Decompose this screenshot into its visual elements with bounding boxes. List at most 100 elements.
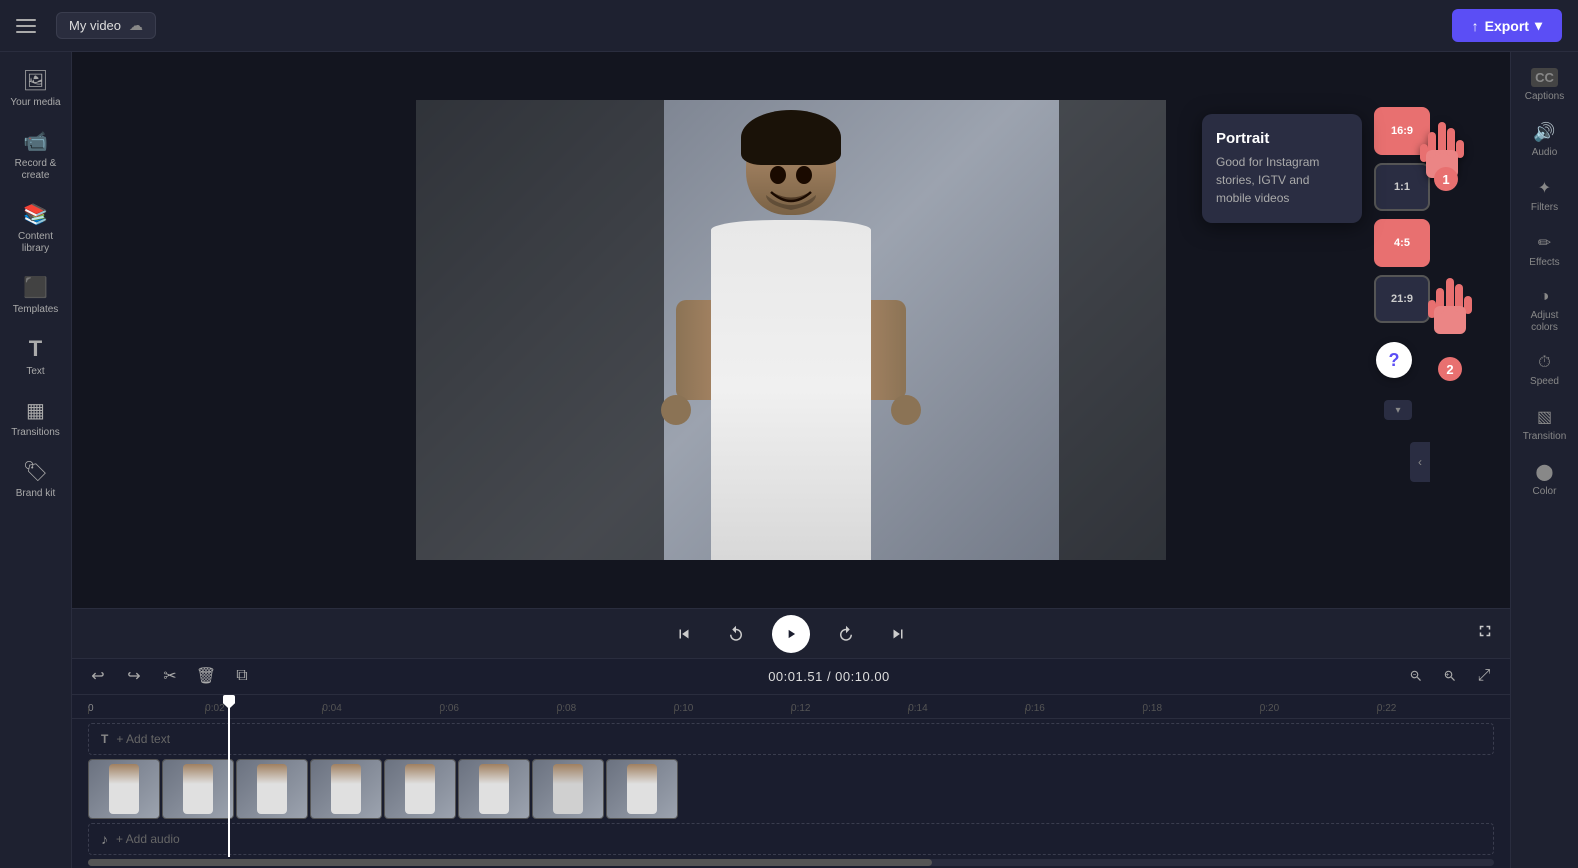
fist-right xyxy=(891,395,921,425)
timeline-scrollbar-thumb xyxy=(88,859,932,866)
cursor-hand-2-svg xyxy=(1416,270,1480,350)
sidebar-item-text[interactable]: T Text xyxy=(4,328,68,386)
video-thumb-inner-7 xyxy=(533,760,603,818)
fullscreen-icon xyxy=(1476,622,1494,640)
sidebar-item-record[interactable]: 📹 Record &create xyxy=(4,121,68,190)
export-button[interactable]: ↑ Export ▾ xyxy=(1452,9,1562,42)
filters-label: Filters xyxy=(1531,202,1558,213)
sidebar-item-label-transitions: Transitions xyxy=(11,427,60,439)
sidebar-item-effects[interactable]: ✏ Effects xyxy=(1515,225,1575,276)
forward-icon xyxy=(837,625,855,643)
scroll-down-button[interactable]: ▾ xyxy=(1384,400,1412,420)
zoom-out-button[interactable] xyxy=(1402,662,1430,690)
video-thumb-2 xyxy=(162,759,234,819)
sidebar-item-audio[interactable]: 🔊 Audio xyxy=(1515,114,1575,166)
text-track-icon: T xyxy=(101,732,108,746)
person-face-svg xyxy=(746,120,836,215)
brand-kit-icon: 🏷 xyxy=(23,459,48,484)
sidebar-item-speed[interactable]: ⏱ Speed xyxy=(1515,346,1575,395)
video-thumb-inner-2 xyxy=(163,760,233,818)
zoom-in-button[interactable] xyxy=(1436,662,1464,690)
timeline-tracks: T + Add text xyxy=(72,719,1510,857)
video-thumb-4 xyxy=(310,759,382,819)
transition-icon: ▧ xyxy=(1537,407,1552,427)
sidebar-item-transition[interactable]: ▧ Transition xyxy=(1515,399,1575,450)
sidebar-item-brand-kit[interactable]: 🏷 Brand kit xyxy=(4,451,68,508)
skip-to-start-button[interactable] xyxy=(668,618,700,650)
add-text-label: + Add text xyxy=(116,732,170,746)
video-thumb-inner-1 xyxy=(89,760,159,818)
filters-icon: ✦ xyxy=(1538,178,1551,198)
export-label: Export xyxy=(1485,18,1529,34)
effects-icon: ✏ xyxy=(1538,233,1551,253)
sidebar-item-transitions[interactable]: ▦ Transitions xyxy=(4,390,68,447)
rewind-icon xyxy=(727,625,745,643)
video-track xyxy=(88,759,1510,819)
ruler-mark-9: 0:18 xyxy=(1143,703,1260,714)
video-thumb-5 xyxy=(384,759,456,819)
thumb-person-6 xyxy=(479,764,509,814)
right-sidebar: CC Captions 🔊 Audio ✦ Filters ✏ Effects … xyxy=(1510,52,1578,868)
video-thumb-inner-3 xyxy=(237,760,307,818)
fullscreen-button[interactable] xyxy=(1476,622,1494,645)
video-thumb-6 xyxy=(458,759,530,819)
sidebar-item-your-media[interactable]: 🖼 Your media xyxy=(4,60,68,117)
adjust-colors-icon: ◑ xyxy=(1540,288,1550,306)
templates-icon: ⬛ xyxy=(23,275,48,300)
color-label: Color xyxy=(1533,486,1557,497)
audio-track[interactable]: ♪ + Add audio xyxy=(88,823,1494,855)
person-arm-right xyxy=(871,300,906,400)
adjust-colors-label: Adjustcolors xyxy=(1531,310,1559,334)
captions-label: Captions xyxy=(1525,91,1564,102)
rewind-button[interactable] xyxy=(720,618,752,650)
video-thumb-8 xyxy=(606,759,678,819)
collapse-panel-button[interactable]: ‹ xyxy=(1410,442,1430,482)
video-thumb-3 xyxy=(236,759,308,819)
duplicate-button[interactable]: ⧉ xyxy=(228,662,256,690)
video-thumb-inner-8 xyxy=(607,760,677,818)
sidebar-item-color[interactable]: ⬤ Color xyxy=(1515,454,1575,505)
timeline-scrollbar[interactable] xyxy=(88,859,1494,866)
aspect-ratio-tooltip: Portrait Good for Instagram stories, IGT… xyxy=(1202,114,1362,223)
sidebar-item-label-text: Text xyxy=(26,366,44,378)
thumb-person-3 xyxy=(257,764,287,814)
redo-button[interactable]: ↪ xyxy=(120,662,148,690)
audio-label: Audio xyxy=(1532,147,1558,158)
text-track[interactable]: T + Add text xyxy=(88,723,1494,755)
thumb-person-2 xyxy=(183,764,213,814)
sidebar-item-content-library[interactable]: 📚 Contentlibrary xyxy=(4,194,68,263)
ruler-mark-7: 0:14 xyxy=(908,703,1025,714)
ruler-mark-4: 0:08 xyxy=(557,703,674,714)
forward-button[interactable] xyxy=(830,618,862,650)
delete-button[interactable]: 🗑 xyxy=(192,662,220,690)
sidebar-item-adjust-colors[interactable]: ◑ Adjustcolors xyxy=(1515,280,1575,342)
video-thumb-inner-4 xyxy=(311,760,381,818)
current-time: 00:01.51 xyxy=(768,669,823,684)
fist-left xyxy=(661,395,691,425)
aspect-ratio-4-5-button[interactable]: 4:5 xyxy=(1374,219,1430,267)
sidebar-item-label-content-library: Contentlibrary xyxy=(18,231,53,255)
video-title-text: My video xyxy=(69,18,121,33)
sidebar-item-filters[interactable]: ✦ Filters xyxy=(1515,170,1575,221)
play-pause-button[interactable] xyxy=(772,615,810,653)
expand-timeline-button[interactable]: ⤢ xyxy=(1470,662,1498,690)
video-thumb-inner-6 xyxy=(459,760,529,818)
cut-button[interactable]: ✂ xyxy=(156,662,184,690)
hand-cursor-2 xyxy=(1416,270,1480,363)
video-title[interactable]: My video ☁ xyxy=(56,12,156,39)
audio-icon: 🔊 xyxy=(1533,122,1555,143)
your-media-icon: 🖼 xyxy=(23,68,48,93)
person-figure xyxy=(672,100,910,560)
center-area: Portrait Good for Instagram stories, IGT… xyxy=(72,52,1510,868)
effects-label: Effects xyxy=(1529,257,1559,268)
ruler-mark-5: 0:10 xyxy=(674,703,791,714)
skip-to-end-button[interactable] xyxy=(882,618,914,650)
undo-button[interactable]: ↩ xyxy=(84,662,112,690)
sidebar-item-captions[interactable]: CC Captions xyxy=(1515,60,1575,110)
help-button[interactable]: ? xyxy=(1376,342,1412,378)
sidebar-item-templates[interactable]: ⬛ Templates xyxy=(4,267,68,324)
hamburger-menu[interactable] xyxy=(16,12,44,40)
speed-icon: ⏱ xyxy=(1538,354,1550,372)
video-preview: Portrait Good for Instagram stories, IGT… xyxy=(72,52,1510,608)
ruler-mark-0: 0 xyxy=(88,703,205,714)
